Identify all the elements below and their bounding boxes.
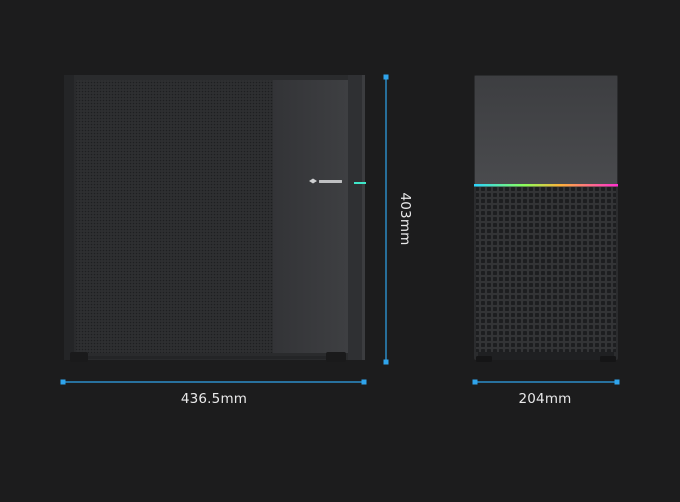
front-foot-right (600, 356, 616, 362)
width-label: 436.5mm (180, 391, 248, 407)
front-base (478, 352, 614, 360)
width-dimension-line (60, 379, 367, 385)
product-illustration (60, 74, 620, 385)
side-rgb-strip (354, 182, 366, 184)
side-foot-right (326, 352, 346, 362)
side-case-rear-edge (64, 75, 74, 360)
front-foot-left (476, 356, 492, 362)
depth-label: 204mm (518, 391, 572, 407)
side-bottom-rail (88, 356, 326, 359)
depth-dimension-line (472, 379, 620, 385)
front-top-panel (475, 76, 617, 185)
side-foot-left (70, 352, 88, 362)
case-side-view (64, 75, 366, 362)
side-solid-panel (273, 80, 348, 353)
case-front-view (474, 75, 618, 362)
height-label: 403mm (397, 192, 413, 246)
product-stage: 436.5mm 403mm 204mm (0, 0, 680, 498)
front-mesh-panel (476, 186, 616, 352)
front-rgb-strip (474, 184, 618, 187)
side-mesh-panel (76, 80, 273, 353)
height-dimension-line (383, 74, 389, 365)
side-front-edge (362, 75, 365, 360)
